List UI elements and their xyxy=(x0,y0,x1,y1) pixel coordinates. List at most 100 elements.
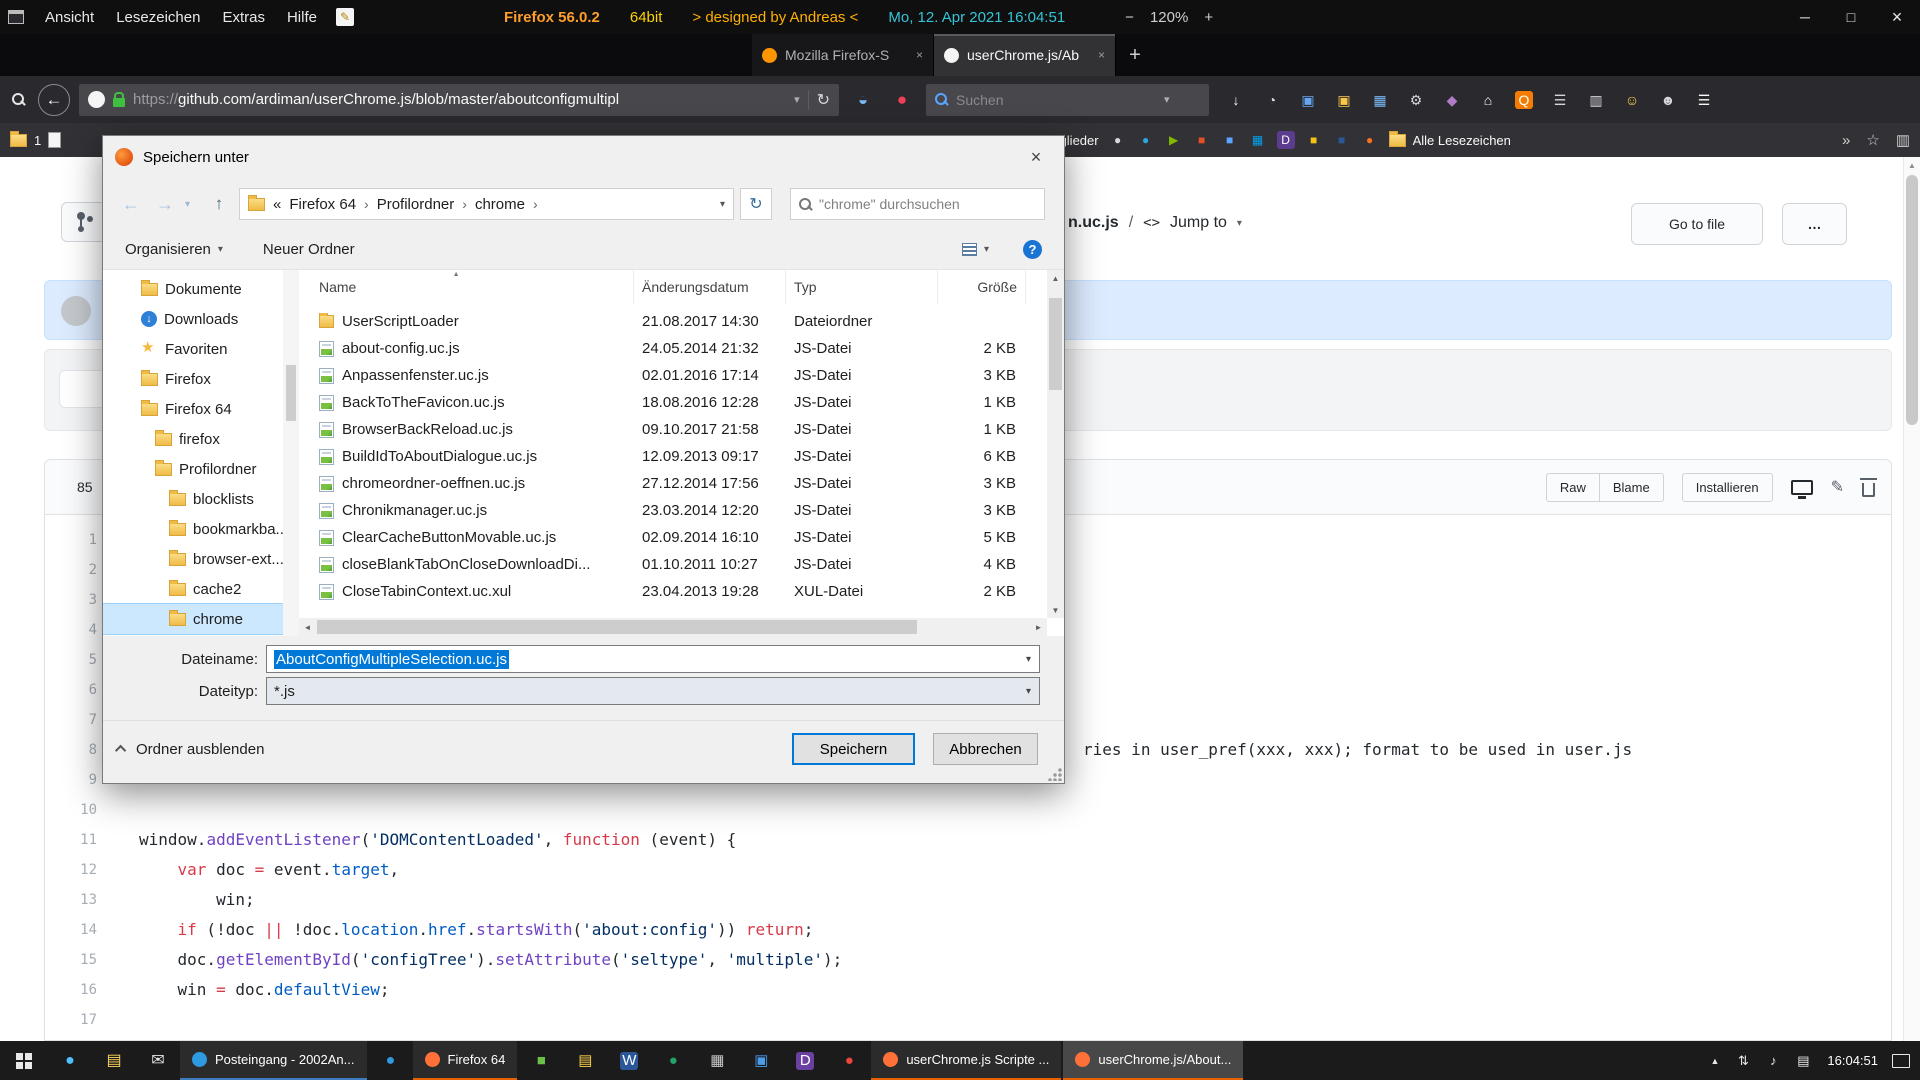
save-button[interactable]: Speichern xyxy=(792,733,915,765)
smiley-icon[interactable]: ☺ xyxy=(1614,83,1650,117)
pages-icon[interactable]: ▦ xyxy=(1362,83,1398,117)
filename-value[interactable]: AboutConfigMultipleSelection.uc.js xyxy=(274,650,509,669)
bookmark-folder-icon[interactable] xyxy=(10,134,27,147)
browser-icon[interactable]: ● xyxy=(48,1041,92,1080)
resize-grip[interactable] xyxy=(1048,767,1062,781)
reload-icon[interactable]: ↻ xyxy=(817,90,830,110)
app-icon[interactable]: ▣ xyxy=(739,1041,783,1080)
bookmark-icon[interactable]: ■ xyxy=(1190,128,1214,152)
view-options-button[interactable]: ▾ xyxy=(962,243,989,256)
file-row[interactable]: Chronikmanager.uc.js 23.03.2014 12:20 JS… xyxy=(299,497,1064,524)
filename-combobox[interactable]: AboutConfigMultipleSelection.uc.js ▾ xyxy=(266,645,1040,673)
url-bar[interactable]: https://github.com/ardiman/userChrome.js… xyxy=(79,84,839,116)
app-icon[interactable]: ■ xyxy=(519,1041,563,1080)
extensions-icon[interactable]: ◆ xyxy=(1434,83,1470,117)
taskbar-window-button[interactable]: userChrome.js Scripte ... xyxy=(871,1041,1061,1080)
bookmark-icon[interactable]: ▦ xyxy=(1246,128,1270,152)
tree-item[interactable]: chrome xyxy=(103,604,283,634)
mail-icon[interactable]: ✉ xyxy=(136,1041,180,1080)
tree-item[interactable]: Firefox 64 xyxy=(103,394,283,424)
breadcrumb-item[interactable]: Profilordner xyxy=(377,196,455,213)
chevron-down-icon[interactable]: ▾ xyxy=(1026,686,1031,697)
browser-tab[interactable]: Mozilla Firefox-S × xyxy=(752,34,934,76)
browser-tab[interactable]: userChrome.js/Ab × xyxy=(934,34,1116,76)
file-row[interactable]: chromeordner-oeffnen.uc.js 27.12.2014 17… xyxy=(299,470,1064,497)
close-button[interactable]: × xyxy=(1874,0,1920,34)
download-icon[interactable]: ↓ xyxy=(1218,83,1254,117)
scroll-down-icon[interactable]: ▼ xyxy=(1047,602,1064,618)
bookmark-icon[interactable]: ● xyxy=(1358,128,1382,152)
dialog-close-button[interactable]: × xyxy=(1008,136,1064,178)
file-row[interactable]: UserScriptLoader 21.08.2017 14:30 Dateio… xyxy=(299,308,1064,335)
zoom-in-button[interactable]: + xyxy=(1204,9,1213,26)
file-list-horizontal-scrollbar[interactable]: ◄ ► xyxy=(299,618,1047,636)
start-button[interactable] xyxy=(0,1041,48,1080)
tree-item[interactable]: Favoriten xyxy=(103,334,283,364)
tree-item[interactable]: bookmarkba... xyxy=(103,514,283,544)
pocket-icon[interactable]: ● xyxy=(887,90,917,110)
breadcrumb-separator[interactable]: › xyxy=(364,196,369,212)
app-icon[interactable]: ● xyxy=(827,1041,871,1080)
overflow-chevron-icon[interactable]: » xyxy=(1842,132,1850,149)
breadcrumb-separator[interactable]: › xyxy=(462,196,467,212)
notification-center-icon[interactable] xyxy=(1892,1054,1910,1068)
column-header-date[interactable]: Änderungsdatum xyxy=(634,270,786,304)
breadcrumb-collapse[interactable]: « xyxy=(273,196,281,213)
downloads-folder-icon[interactable]: ▣ xyxy=(1326,83,1362,117)
file-row[interactable]: BuildIdToAboutDialogue.uc.js 12.09.2013 … xyxy=(299,443,1064,470)
install-button[interactable]: Installieren xyxy=(1682,473,1773,502)
tree-item[interactable]: blocklists xyxy=(103,484,283,514)
bookmark-folder-icon[interactable] xyxy=(1389,134,1406,147)
keyboard-icon[interactable]: ▤ xyxy=(1793,1051,1813,1071)
quicktext-icon[interactable]: Q xyxy=(1506,83,1542,117)
hide-folders-button[interactable]: Ordner ausblenden xyxy=(118,741,264,758)
scroll-up-icon[interactable]: ▲ xyxy=(1047,270,1064,286)
file-row[interactable]: closeBlankTabOnCloseDownloadDi... 01.10.… xyxy=(299,551,1064,578)
search-input[interactable] xyxy=(956,92,1156,108)
file-row[interactable]: Anpassenfenster.uc.js 02.01.2016 17:14 J… xyxy=(299,362,1064,389)
bookmark-icon[interactable]: ● xyxy=(1134,128,1158,152)
search-icon[interactable] xyxy=(12,93,25,106)
zoom-out-button[interactable]: − xyxy=(1125,9,1134,26)
column-header-size[interactable]: Größe xyxy=(938,270,1026,304)
bookmark-icon[interactable]: ■ xyxy=(1218,128,1242,152)
tab-close-icon[interactable]: × xyxy=(916,48,923,62)
search-engine-icon[interactable] xyxy=(935,93,948,106)
scroll-left-icon[interactable]: ◄ xyxy=(299,623,316,632)
back-button[interactable]: ← xyxy=(38,84,70,116)
bookmarks-folder-icon[interactable]: ▣ xyxy=(1290,83,1326,117)
edit-pencil-icon[interactable]: ✎ xyxy=(1831,477,1844,497)
chevron-down-icon[interactable]: ▾ xyxy=(1026,654,1031,665)
taskbar-window-button[interactable]: Firefox 64 xyxy=(413,1041,518,1080)
thunderbird-icon[interactable]: ● xyxy=(369,1041,413,1080)
sidebar-panel-icon[interactable]: ▥ xyxy=(1896,131,1910,149)
column-header-type[interactable]: Typ xyxy=(786,270,938,304)
breadcrumb-item[interactable]: chrome xyxy=(475,196,525,213)
account-icon[interactable]: ◒ xyxy=(848,90,878,110)
list-icon[interactable]: ☰ xyxy=(1542,83,1578,117)
maximize-button[interactable]: □ xyxy=(1828,0,1874,34)
tree-item[interactable]: Downloads xyxy=(103,304,283,334)
go-to-file-button[interactable]: Go to file xyxy=(1631,203,1763,245)
file-row[interactable]: ClearCacheButtonMovable.uc.js 02.09.2014… xyxy=(299,524,1064,551)
file-list-vertical-scrollbar[interactable]: ▲ ▼ xyxy=(1047,270,1064,618)
scroll-up-icon[interactable]: ▲ xyxy=(1904,157,1920,173)
search-dropdown-icon[interactable]: ▾ xyxy=(1164,93,1170,106)
cancel-button[interactable]: Abbrechen xyxy=(933,733,1038,765)
file-row[interactable]: CloseTabinContext.uc.xul 23.04.2013 19:2… xyxy=(299,578,1064,605)
app-icon[interactable]: ▤ xyxy=(563,1041,607,1080)
organize-button[interactable]: Organisieren ▾ xyxy=(125,241,223,258)
filetype-combobox[interactable]: *.js ▾ xyxy=(266,677,1040,705)
app-icon[interactable]: D xyxy=(783,1041,827,1080)
jump-to-button[interactable]: Jump to xyxy=(1170,214,1227,232)
tree-item[interactable]: cache2 xyxy=(103,574,283,604)
breadcrumb-item[interactable]: Firefox 64 xyxy=(289,196,356,213)
menu-item[interactable]: Extras xyxy=(211,9,276,26)
scrollbar-thumb[interactable] xyxy=(286,365,296,421)
blame-button[interactable]: Blame xyxy=(1599,473,1664,502)
bookmark-icon[interactable]: D xyxy=(1274,128,1298,152)
url-text[interactable]: https://github.com/ardiman/userChrome.js… xyxy=(133,91,786,108)
taskbar-window-button[interactable]: Posteingang - 2002An... xyxy=(180,1041,367,1080)
desktop-icon[interactable] xyxy=(1791,480,1813,495)
star-icon[interactable]: ☆ xyxy=(1866,131,1879,149)
